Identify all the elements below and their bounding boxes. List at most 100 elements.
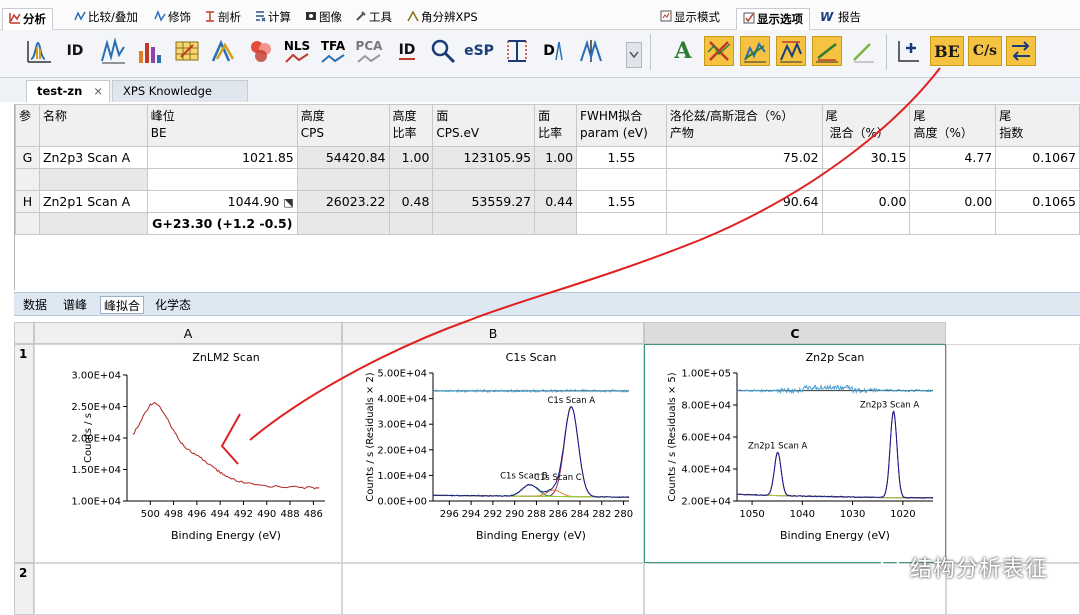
cell-tail-height[interactable]: 0.00: [909, 190, 997, 213]
header-name[interactable]: 名称: [38, 104, 148, 147]
d-button[interactable]: D: [538, 36, 568, 66]
row-id[interactable]: G: [15, 146, 40, 169]
cell-lg-mix[interactable]: 75.02: [665, 146, 823, 169]
cps-button[interactable]: C/s: [968, 36, 1002, 66]
tab-chemical-state[interactable]: 化学态: [152, 296, 194, 314]
close-icon[interactable]: ×: [93, 81, 103, 101]
add-plus-button[interactable]: [894, 36, 924, 66]
cell-name[interactable]: Zn2p3 Scan A: [38, 146, 148, 169]
integrate-button[interactable]: [502, 36, 532, 66]
cell-be[interactable]: 1044.90 ⬔: [146, 190, 298, 213]
header-position[interactable]: 峰位 BE: [146, 104, 298, 147]
graph-cell-d1[interactable]: [946, 344, 1080, 563]
table-row[interactable]: [15, 168, 1080, 191]
column-header-c[interactable]: C: [644, 322, 946, 344]
nls-button[interactable]: NLS: [282, 36, 312, 66]
cell-tail-mix[interactable]: 30.15: [821, 146, 911, 169]
cell-lg-mix[interactable]: 90.64: [665, 190, 823, 213]
cell-name[interactable]: Zn2p1 Scan A: [38, 190, 148, 213]
cell-tail-height[interactable]: [909, 212, 997, 235]
cell-be-constraint[interactable]: G+23.30 (+1.2 -0.5): [146, 212, 298, 235]
tab-peak-fit[interactable]: 峰拟合: [100, 296, 145, 314]
tab-xps-knowledge-view[interactable]: XPS Knowledge View: [112, 80, 248, 118]
cell-tail-exponent[interactable]: 0.1067: [995, 146, 1080, 169]
row-id[interactable]: H: [15, 190, 40, 213]
row-id[interactable]: [15, 168, 40, 191]
row-header-1[interactable]: 1: [14, 344, 34, 563]
split-button[interactable]: [576, 36, 606, 66]
cell-tail-height[interactable]: [909, 168, 997, 191]
id-button[interactable]: ID: [60, 36, 90, 66]
cell-be[interactable]: [146, 168, 298, 191]
graph-cell-b1[interactable]: C1s Scan Binding Energy (eV) Counts / s (R…: [342, 344, 644, 563]
cell-lg-mix[interactable]: [665, 168, 823, 191]
xray-button[interactable]: [704, 36, 734, 66]
header-param[interactable]: 参: [15, 104, 40, 147]
cell-tail-height[interactable]: 4.77: [909, 146, 997, 169]
tfa-button[interactable]: TFA: [318, 36, 348, 66]
cell-be[interactable]: 1021.85: [146, 146, 298, 169]
header-tail-exponent[interactable]: 尾指数: [995, 104, 1080, 147]
row-id[interactable]: [15, 212, 40, 235]
column-header-b[interactable]: B: [342, 322, 644, 344]
be-button[interactable]: BE: [930, 36, 964, 66]
cell-tail-mix[interactable]: [821, 168, 911, 191]
search-button[interactable]: [428, 36, 458, 66]
id-detect-button[interactable]: ID: [392, 36, 422, 66]
menu-display-options[interactable]: 显示选项: [736, 8, 810, 31]
color-tool-button[interactable]: [246, 36, 276, 66]
cell-tail-exponent[interactable]: [995, 168, 1080, 191]
annotation-a-button[interactable]: A: [668, 36, 698, 66]
tab-data[interactable]: 数据: [20, 296, 50, 314]
cell-tail-mix[interactable]: 0.00: [821, 190, 911, 213]
cell-fwhm[interactable]: 1.55: [576, 146, 667, 169]
toolbar-scroll-button[interactable]: [626, 42, 642, 68]
table-row[interactable]: G Zn2p3 Scan A 1021.85 54420.84 1.00 123…: [15, 146, 1080, 169]
menu-compare[interactable]: 比较/叠加: [72, 7, 140, 27]
menu-calculate[interactable]: 计算: [252, 7, 293, 27]
pca-button[interactable]: PCA: [354, 36, 384, 66]
table-row[interactable]: H Zn2p1 Scan A 1044.90 ⬔ 26023.22 0.48 5…: [15, 190, 1080, 213]
menu-tools[interactable]: 工具: [353, 7, 394, 27]
cell-fwhm[interactable]: 1.55: [576, 190, 667, 213]
header-tail-height[interactable]: 尾高度（%）: [909, 104, 997, 147]
menu-image[interactable]: 图像: [303, 7, 344, 27]
cell-tail-exponent[interactable]: [995, 212, 1080, 235]
menu-analysis[interactable]: 分析: [2, 8, 53, 31]
menu-profile[interactable]: 剖析: [202, 7, 243, 27]
peak-fit-button[interactable]: [24, 36, 54, 66]
header-height-ratio[interactable]: 高度 比率: [388, 104, 434, 147]
cell-name[interactable]: [38, 168, 148, 191]
column-header-a[interactable]: A: [34, 322, 342, 344]
tab-peaks[interactable]: 谱峰: [60, 296, 90, 314]
esp-button[interactable]: eSP: [464, 36, 494, 66]
peak-tool-button[interactable]: [208, 36, 238, 66]
table-row[interactable]: G+23.30 (+1.2 -0.5): [15, 212, 1080, 235]
cell-fwhm[interactable]: [576, 168, 667, 191]
header-height[interactable]: 高度 CPS: [296, 104, 390, 147]
modify-tool-button[interactable]: [172, 36, 202, 66]
fit-b-button[interactable]: [776, 36, 806, 66]
fit-d-button[interactable]: [848, 36, 878, 66]
menu-display-mode[interactable]: 显示模式: [658, 7, 722, 27]
menu-report[interactable]: W 报告: [818, 7, 863, 27]
fit-c-button[interactable]: [812, 36, 842, 66]
swap-button[interactable]: [1006, 36, 1036, 66]
menu-modify[interactable]: 修饰: [152, 7, 193, 27]
graph-cell-c1[interactable]: Zn2p Scan Binding Energy (eV) Counts / s (…: [644, 344, 946, 563]
row-header-2[interactable]: 2: [14, 563, 34, 615]
cell-tail-exponent[interactable]: 0.1065: [995, 190, 1080, 213]
header-area[interactable]: 面 CPS.eV: [432, 104, 536, 147]
header-fwhm[interactable]: FWHM拟合 param (eV): [576, 104, 667, 147]
spectrum-button[interactable]: [98, 36, 128, 66]
graph-cell-a1[interactable]: ZnLM2 Scan Binding Energy (eV) Counts / s1…: [34, 344, 342, 563]
cell-tail-mix[interactable]: [821, 212, 911, 235]
cell-lg-mix[interactable]: [665, 212, 823, 235]
graph-cell-b2[interactable]: [342, 563, 644, 615]
graph-cell-a2[interactable]: [34, 563, 342, 615]
header-lg-mix[interactable]: 洛伦兹/高斯混合（%） 产物: [665, 104, 823, 147]
peak-chart-button[interactable]: [134, 36, 164, 66]
fit-a-button[interactable]: [740, 36, 770, 66]
menu-arxps[interactable]: 角分辨XPS: [405, 7, 480, 27]
header-area-ratio[interactable]: 面比率: [534, 104, 578, 147]
